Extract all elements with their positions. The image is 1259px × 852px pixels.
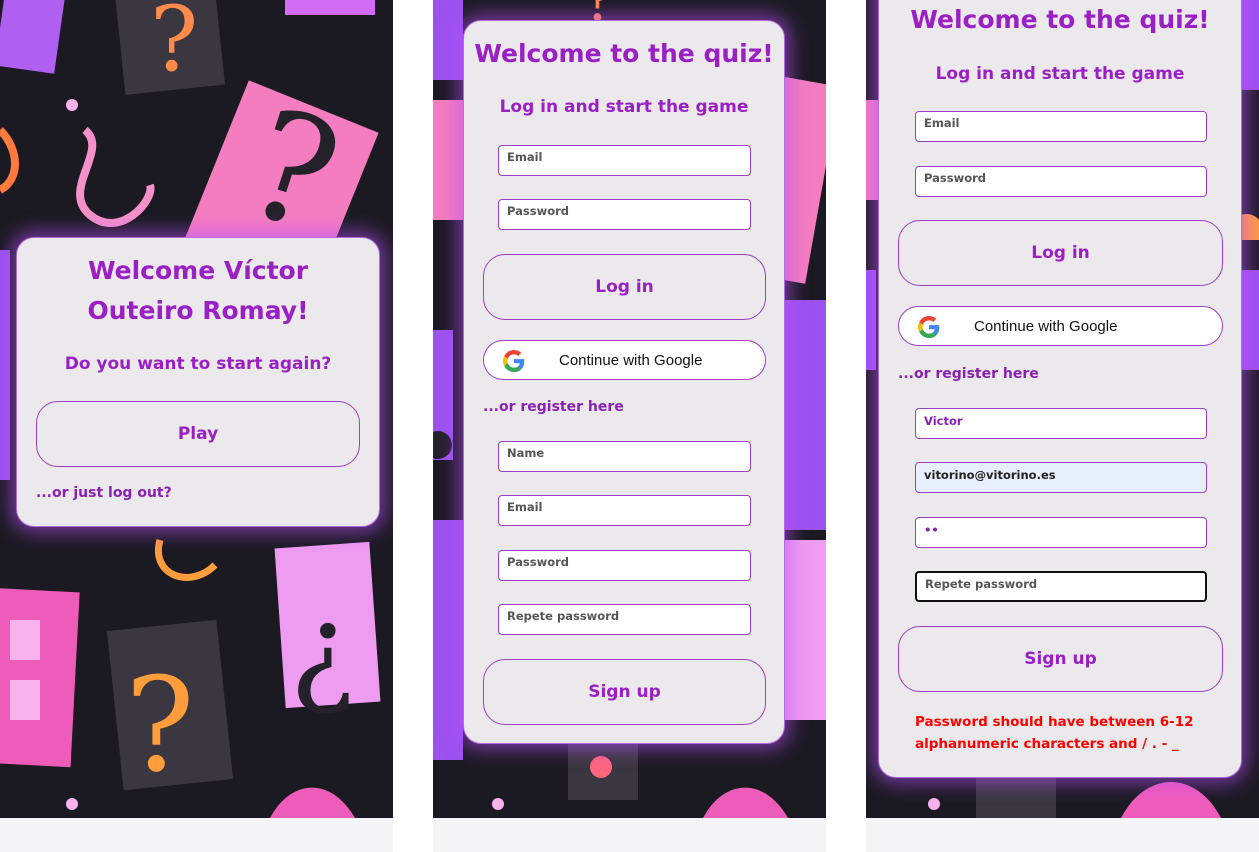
screen-welcome-back: ? ? ¿ ? Welcome Víctor Outeiro Romay! Do… <box>0 0 393 818</box>
password-placeholder: Password <box>507 204 569 218</box>
login-password-field[interactable]: Password <box>915 166 1207 197</box>
login-button[interactable]: Log in <box>483 254 766 320</box>
email-value: vitorino@vitorino.es <box>924 468 1056 482</box>
register-name-field[interactable]: Name <box>498 441 751 472</box>
login-password-field[interactable]: Password <box>498 199 751 230</box>
register-password-field[interactable]: Password <box>498 550 751 581</box>
google-signin-button[interactable]: Continue with Google <box>898 306 1223 346</box>
register-link[interactable]: ...or register here <box>483 399 624 415</box>
signup-button[interactable]: Sign up <box>483 659 766 725</box>
name-placeholder: Name <box>507 446 545 460</box>
register-password-field[interactable]: •• <box>915 517 1207 548</box>
subtitle: Log in and start the game <box>499 97 749 117</box>
password-placeholder: Password <box>924 171 986 185</box>
google-signin-button[interactable]: Continue with Google <box>483 340 766 380</box>
svg-text:?: ? <box>150 0 198 92</box>
login-button[interactable]: Log in <box>898 220 1223 286</box>
welcome-card: Welcome Víctor Outeiro Romay! Do you wan… <box>16 237 380 527</box>
logout-link[interactable]: ...or just log out? <box>36 485 172 501</box>
page-title: Welcome to the quiz! <box>474 39 774 68</box>
repeat-password-placeholder: Repete password <box>507 609 620 623</box>
register-repeat-password-field[interactable]: Repete password <box>498 604 751 635</box>
subtitle: Log in and start the game <box>935 64 1185 84</box>
google-icon <box>918 316 940 338</box>
bottom-bar <box>866 818 1259 852</box>
google-button-label: Continue with Google <box>559 352 703 369</box>
page-title: Welcome to the quiz! <box>910 5 1210 34</box>
register-email-field[interactable]: Email <box>498 495 751 526</box>
play-button[interactable]: Play <box>36 401 360 467</box>
bottom-bar <box>433 818 826 852</box>
register-repeat-password-field[interactable]: Repete password <box>915 571 1207 602</box>
bottom-bar <box>0 818 393 852</box>
register-name-field[interactable]: Victor <box>915 408 1207 439</box>
page-title: Welcome Víctor Outeiro Romay! <box>87 256 309 325</box>
screen-register-error: Welcome to the quiz! Log in and start th… <box>866 0 1259 818</box>
login-card: Welcome to the quiz! Log in and start th… <box>463 20 785 744</box>
login-email-field[interactable]: Email <box>915 111 1207 142</box>
screen-login-register: ? Welcome to the quiz! Log in and start … <box>433 0 826 818</box>
password-placeholder: Password <box>507 555 569 569</box>
email-placeholder: Email <box>924 116 960 130</box>
name-value: Victor <box>924 414 963 428</box>
svg-text:¿: ¿ <box>290 580 354 719</box>
signup-button[interactable]: Sign up <box>898 626 1223 692</box>
email-placeholder: Email <box>507 500 543 514</box>
email-placeholder: Email <box>507 150 543 164</box>
register-email-field[interactable]: vitorino@vitorino.es <box>915 462 1207 493</box>
svg-text:?: ? <box>125 649 195 801</box>
register-link[interactable]: ...or register here <box>898 366 1039 382</box>
google-button-label: Continue with Google <box>974 318 1118 335</box>
register-card: Welcome to the quiz! Log in and start th… <box>878 0 1242 778</box>
password-value: •• <box>924 523 939 537</box>
repeat-password-placeholder: Repete password <box>925 577 1038 591</box>
login-email-field[interactable]: Email <box>498 145 751 176</box>
error-message: Password should have between 6-12 alphan… <box>915 714 1194 752</box>
subtitle: Do you want to start again? <box>64 354 332 374</box>
google-icon <box>503 350 525 372</box>
